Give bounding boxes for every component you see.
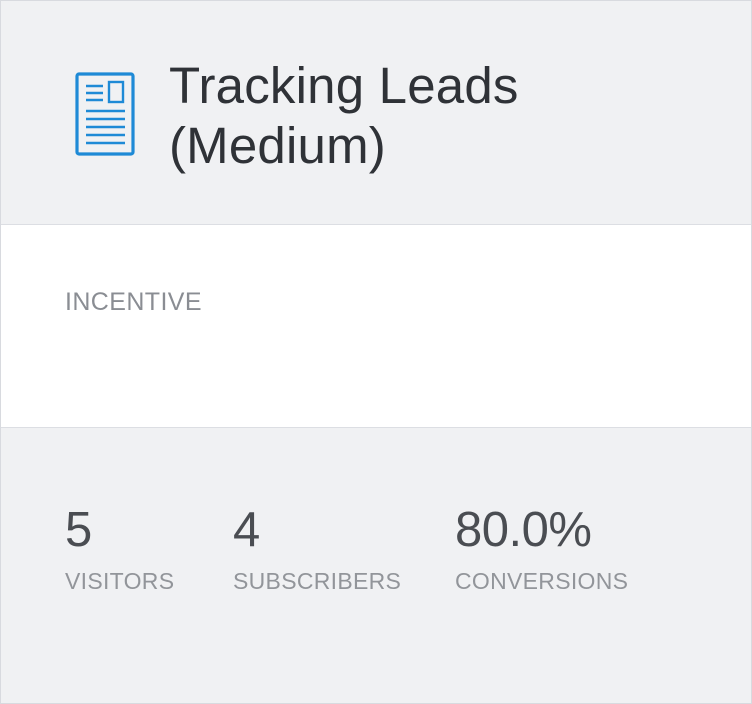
incentive-section: INCENTIVE — [1, 225, 751, 428]
subscribers-label: SUBSCRIBERS — [233, 568, 402, 594]
subscribers-value: 4 — [233, 503, 260, 557]
tracking-leads-card[interactable]: Tracking Leads (Medium) INCENTIVE 5 VISI… — [0, 0, 752, 704]
stats-section: 5 VISITORS 4 SUBSCRIBERS 80.0% CONVERSIO… — [1, 428, 751, 703]
conversions-label: CONVERSIONS — [455, 568, 629, 594]
card-header: Tracking Leads (Medium) — [1, 1, 751, 225]
card-title[interactable]: Tracking Leads (Medium) — [169, 56, 709, 176]
visitors-stat: 5 VISITORS — [65, 501, 174, 595]
card-title-line-2: (Medium) — [169, 117, 386, 174]
document-icon — [75, 72, 135, 156]
card-title-line-1: Tracking Leads — [169, 57, 519, 114]
conversions-value: 80.0% — [455, 503, 592, 557]
visitors-label: VISITORS — [65, 568, 175, 594]
incentive-label: INCENTIVE — [65, 288, 202, 316]
conversions-stat: 80.0% CONVERSIONS — [455, 501, 628, 595]
subscribers-stat: 4 SUBSCRIBERS — [233, 501, 401, 595]
visitors-value: 5 — [65, 503, 92, 557]
